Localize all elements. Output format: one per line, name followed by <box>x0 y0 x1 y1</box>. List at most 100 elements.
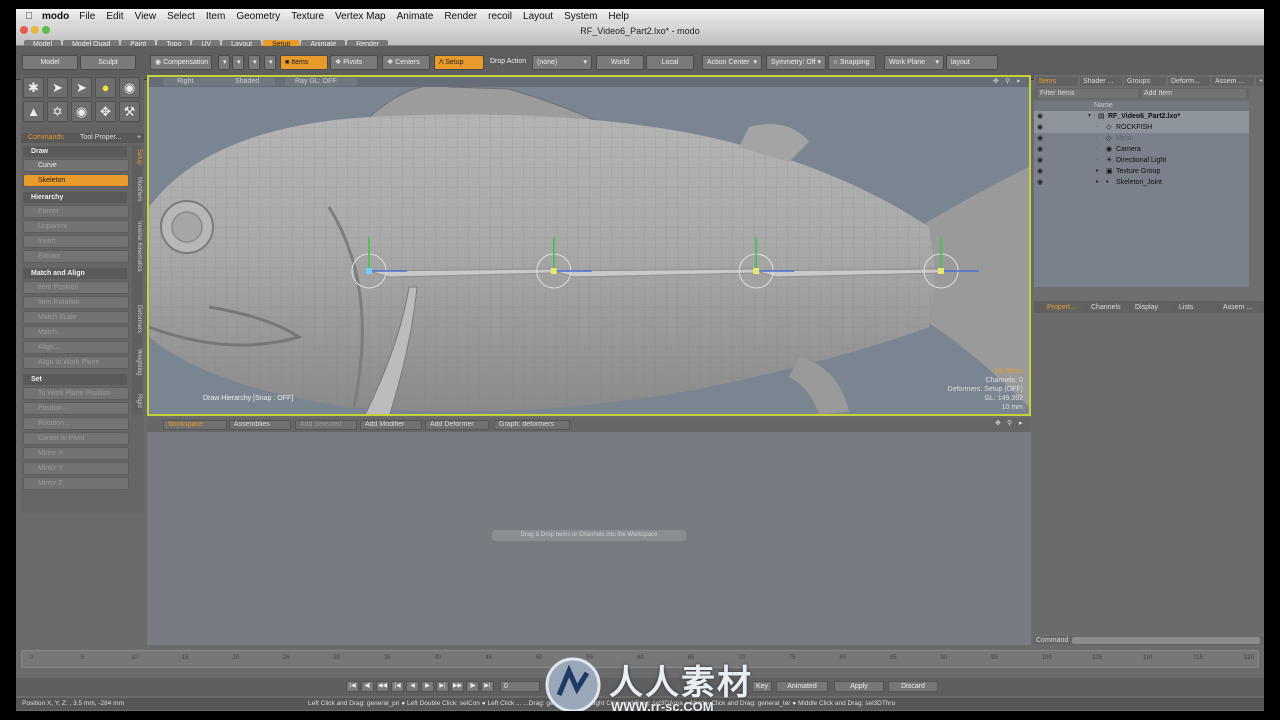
play-icon[interactable]: ▶ <box>421 681 434 692</box>
drop-action-dropdown[interactable]: (none) ▾ <box>532 55 592 70</box>
menu-edit[interactable]: Edit <box>106 11 123 22</box>
joint-tool-icon[interactable]: ✱ <box>23 77 44 98</box>
menu-vertex-map[interactable]: Vertex Map <box>335 11 386 22</box>
symmetry-dropdown[interactable]: Symmetry: Off ▾ <box>766 55 826 70</box>
command-extract[interactable]: Extract <box>23 250 129 263</box>
item-row-camera[interactable]: ◉ · ◉ Camera <box>1034 144 1249 155</box>
command-align[interactable]: Align... <box>23 341 129 354</box>
command-rotation[interactable]: Rotation... <box>23 417 129 430</box>
shield-icon[interactable]: ▾ <box>248 55 260 70</box>
command-curve[interactable]: Curve <box>23 159 129 172</box>
tab-assem[interactable]: Assem ... <box>1220 303 1260 312</box>
command-to-work-plane-position[interactable]: To Work Plane Position <box>23 387 129 400</box>
command-match-scale[interactable]: Match Scale <box>23 311 129 324</box>
snapping-button[interactable]: ∩ Snapping <box>828 55 876 70</box>
item-row-skeleton-joint[interactable]: ◉ ▸ • Skeleton_Joint <box>1034 177 1249 188</box>
tab-deform[interactable]: Deform... <box>1168 77 1210 86</box>
menu-select[interactable]: Select <box>167 11 195 22</box>
shield-icon[interactable]: ▾ <box>264 55 276 70</box>
add-tab-icon[interactable]: + <box>1256 77 1264 86</box>
shield-icon[interactable]: ▾ <box>232 55 244 70</box>
command-insert[interactable]: Insert <box>23 235 129 248</box>
command-center-to-pivot[interactable]: Center to Pivot <box>23 432 129 445</box>
item-row-texture-group[interactable]: ◉ ▸ ▣ Texture Group <box>1034 166 1249 177</box>
menu-item[interactable]: Item <box>206 11 225 22</box>
eye-icon[interactable]: ◉ <box>1037 122 1043 133</box>
tab-commands[interactable]: Commands <box>25 133 67 143</box>
transform-tool-icon[interactable]: ▲ <box>23 101 44 122</box>
vtab-deformers[interactable]: Deformers <box>132 305 142 333</box>
items-mode-button[interactable]: ■ Items <box>280 55 328 70</box>
expand-arrow-icon[interactable]: ▸ <box>1096 177 1099 188</box>
sculpt-button[interactable]: Sculpt <box>80 55 136 70</box>
tab-shader[interactable]: Shader ... <box>1080 77 1122 86</box>
current-frame-field[interactable]: 0 <box>500 681 540 692</box>
add-selected-button[interactable]: Add Selected <box>295 420 357 430</box>
add-modifier-button[interactable]: Add Modifier <box>360 420 422 430</box>
command-mirror-y[interactable]: Mirror Y <box>23 462 129 475</box>
next-key-icon[interactable]: |▶ <box>466 681 479 692</box>
menu-render[interactable]: Render <box>444 11 477 22</box>
sphere-tool-icon[interactable]: ◉ <box>71 101 92 122</box>
pan-icon[interactable]: ✥ <box>993 78 999 86</box>
layout-dropdown[interactable]: layout <box>946 55 998 70</box>
move-tool-icon[interactable]: ➤ <box>47 77 68 98</box>
compensation-button[interactable]: ◉ Compensation <box>150 55 212 70</box>
centers-mode-button[interactable]: ❖ Centers <box>382 55 430 70</box>
vtab-setup[interactable]: Setup <box>132 149 142 165</box>
eye-icon[interactable]: ◉ <box>1037 155 1043 166</box>
prev-key-icon[interactable]: ◀| <box>361 681 374 692</box>
work-plane-dropdown[interactable]: Work Plane ▾ <box>884 55 944 70</box>
local-button[interactable]: Local <box>646 55 694 70</box>
add-deformer-button[interactable]: Add Deformer <box>425 420 489 430</box>
item-row-directional-light[interactable]: ◉ · ☀ Directional Light <box>1034 155 1249 166</box>
eye-icon[interactable]: ◉ <box>1037 111 1043 122</box>
vtab-rigid[interactable]: Rigid <box>132 394 142 408</box>
vtab-modifiers[interactable]: Modifiers <box>132 177 142 201</box>
menu-texture[interactable]: Texture <box>291 11 324 22</box>
action-center-dropdown[interactable]: Action Center ▾ <box>702 55 762 70</box>
workspace-dropdown[interactable]: Workspace <box>163 420 227 430</box>
item-row-rf-video6-part2-lxo[interactable]: ◉ ▾ ▤ RF_Video6_Part2.lxo* <box>1034 111 1249 122</box>
command-position[interactable]: Position... <box>23 402 129 415</box>
step-back-icon[interactable]: ◀◀ <box>376 681 389 692</box>
play-reverse-icon[interactable]: ◀ <box>406 681 419 692</box>
tab-assem[interactable]: Assem ... <box>1212 77 1254 86</box>
world-button[interactable]: World <box>596 55 644 70</box>
prev-frame-icon[interactable]: |◀ <box>391 681 404 692</box>
menu-arrow-icon[interactable]: ▸ <box>1015 420 1025 430</box>
menu-view[interactable]: View <box>135 11 157 22</box>
apply-button[interactable]: Apply <box>834 681 884 692</box>
command-parent[interactable]: Parent <box>23 205 129 218</box>
model-button[interactable]: Model <box>22 55 78 70</box>
menu-help[interactable]: Help <box>608 11 629 22</box>
expand-arrow-icon[interactable]: · <box>1096 144 1098 155</box>
expand-arrow-icon[interactable]: · <box>1096 133 1098 144</box>
menu-system[interactable]: System <box>564 11 597 22</box>
tab-groups[interactable]: Groups <box>1124 77 1166 86</box>
select-tool-icon[interactable]: ➤ <box>71 77 92 98</box>
apple-icon[interactable]:  <box>16 11 42 22</box>
goto-start-icon[interactable]: |◀ <box>346 681 359 692</box>
expand-arrow-icon[interactable]: · <box>1096 122 1098 133</box>
graph-dropdown[interactable]: Graph: deformers <box>494 420 570 430</box>
vtab-inverse-kinematics[interactable]: Inverse Kinematics <box>132 221 142 272</box>
item-row-rockfish[interactable]: ◉ · ◇ ROCKFISH <box>1034 122 1249 133</box>
command-mirror-z[interactable]: Mirror Z <box>23 477 129 490</box>
tab-tool-properties[interactable]: Tool Proper... <box>77 133 124 143</box>
command-match[interactable]: Match... <box>23 326 129 339</box>
next-frame-icon[interactable]: ▶| <box>436 681 449 692</box>
menu-animate[interactable]: Animate <box>397 11 434 22</box>
command-item-position[interactable]: Item Position <box>23 281 129 294</box>
command-skeleton[interactable]: Skeleton <box>23 174 129 187</box>
command-align-to-work-plane[interactable]: Align to Work Plane <box>23 356 129 369</box>
tab-items[interactable]: Items <box>1036 77 1078 86</box>
menu-file[interactable]: File <box>79 11 95 22</box>
command-unparent[interactable]: Unparent <box>23 220 129 233</box>
command-item-rotation[interactable]: Item Rotation <box>23 296 129 309</box>
tab-channels[interactable]: Channels <box>1088 303 1128 312</box>
eye-icon[interactable]: ◉ <box>1037 144 1043 155</box>
eye-icon[interactable]: ◉ <box>1037 177 1043 188</box>
item-row-mesh[interactable]: ◉ · ◇ Mesh <box>1034 133 1249 144</box>
setup-mode-button[interactable]: Λ Setup <box>434 55 484 70</box>
